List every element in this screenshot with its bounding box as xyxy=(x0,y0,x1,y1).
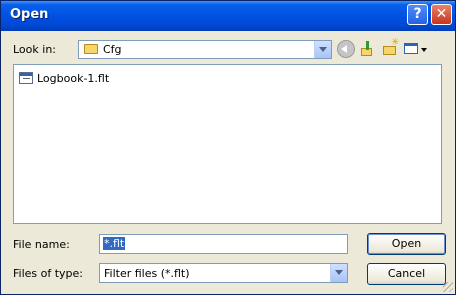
new-folder-icon[interactable] xyxy=(381,37,399,58)
file-name-input[interactable]: *.flt xyxy=(99,234,348,254)
folder-icon xyxy=(84,44,98,54)
look-in-value: Cfg xyxy=(103,43,122,56)
close-icon: ✕ xyxy=(435,6,448,22)
up-folder-icon[interactable] xyxy=(358,40,376,58)
file-name: Logbook-1.flt xyxy=(37,72,110,85)
files-of-type-value: Filter files (*.flt) xyxy=(104,267,190,280)
help-icon: ? xyxy=(413,6,422,22)
help-button[interactable]: ? xyxy=(407,4,428,25)
chevron-down-icon[interactable] xyxy=(314,41,331,58)
open-dialog: Open ? ✕ Look in: Cfg Logbook-1.flt File… xyxy=(0,0,456,295)
files-of-type-label: Files of type: xyxy=(13,267,84,280)
file-list[interactable]: Logbook-1.flt xyxy=(13,64,442,224)
cancel-button[interactable]: Cancel xyxy=(367,263,446,285)
look-in-dropdown[interactable]: Cfg xyxy=(78,40,332,59)
title-bar[interactable]: Open ? ✕ xyxy=(1,1,455,31)
look-in-label: Look in: xyxy=(13,43,56,56)
views-menu-icon[interactable] xyxy=(403,40,427,58)
chevron-down-icon[interactable] xyxy=(330,264,347,282)
files-of-type-dropdown[interactable]: Filter files (*.flt) xyxy=(99,263,348,283)
file-name-label: File name: xyxy=(13,238,70,251)
resize-grip[interactable] xyxy=(443,282,453,292)
close-button[interactable]: ✕ xyxy=(431,4,452,25)
back-icon[interactable] xyxy=(337,40,355,58)
file-name-value: *.flt xyxy=(103,237,126,250)
dialog-title: Open xyxy=(10,7,49,22)
open-button[interactable]: Open xyxy=(367,233,446,255)
flight-file-icon xyxy=(19,72,33,84)
